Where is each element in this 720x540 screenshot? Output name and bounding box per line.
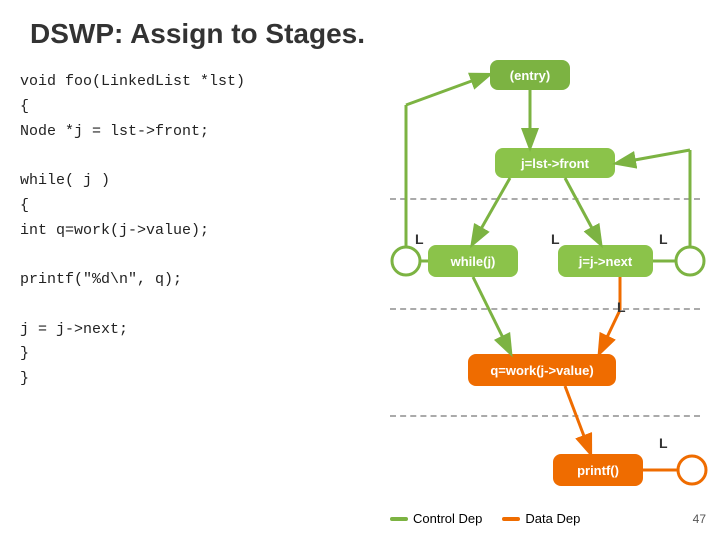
- svg-text:L: L: [415, 231, 424, 247]
- slide-number: 47: [693, 512, 706, 526]
- svg-text:L: L: [617, 299, 626, 315]
- svg-text:L: L: [551, 231, 560, 247]
- stage-jjnext: j=j->next: [558, 245, 653, 277]
- legend: Control Dep Data Dep: [390, 511, 580, 526]
- code-line-5: while( j ): [20, 169, 245, 194]
- code-block: void foo(LinkedList *lst) { Node *j = ls…: [20, 70, 245, 392]
- svg-text:L: L: [659, 435, 668, 451]
- stage-entry: (entry): [490, 60, 570, 90]
- stage-printf: printf(): [553, 454, 643, 486]
- code-line-2: {: [20, 95, 245, 120]
- separator-line-1: [390, 198, 700, 200]
- code-line-7: int q=work(j->value);: [20, 219, 245, 244]
- data-dep-color: [502, 517, 520, 521]
- stage-whilej: while(j): [428, 245, 518, 277]
- stage-jlst: j=lst->front: [495, 148, 615, 178]
- code-line-10: [20, 293, 245, 318]
- code-line-12: }: [20, 342, 245, 367]
- slide-title: DSWP: Assign to Stages.: [30, 18, 365, 50]
- code-line-6: {: [20, 194, 245, 219]
- svg-text:L: L: [659, 231, 668, 247]
- code-line-11: j = j->next;: [20, 318, 245, 343]
- control-dep-color: [390, 517, 408, 521]
- legend-data-dep: Data Dep: [502, 511, 580, 526]
- code-line-8: [20, 243, 245, 268]
- control-dep-label: Control Dep: [413, 511, 482, 526]
- code-line-13: }: [20, 367, 245, 392]
- code-line-9: printf("%d\n", q);: [20, 268, 245, 293]
- code-line-3: Node *j = lst->front;: [20, 120, 245, 145]
- code-line-1: void foo(LinkedList *lst): [20, 70, 245, 95]
- separator-line-3: [390, 415, 700, 417]
- code-line-4: [20, 144, 245, 169]
- stage-qwork: q=work(j->value): [468, 354, 616, 386]
- data-dep-label: Data Dep: [525, 511, 580, 526]
- legend-control-dep: Control Dep: [390, 511, 482, 526]
- separator-line-2: [390, 308, 700, 310]
